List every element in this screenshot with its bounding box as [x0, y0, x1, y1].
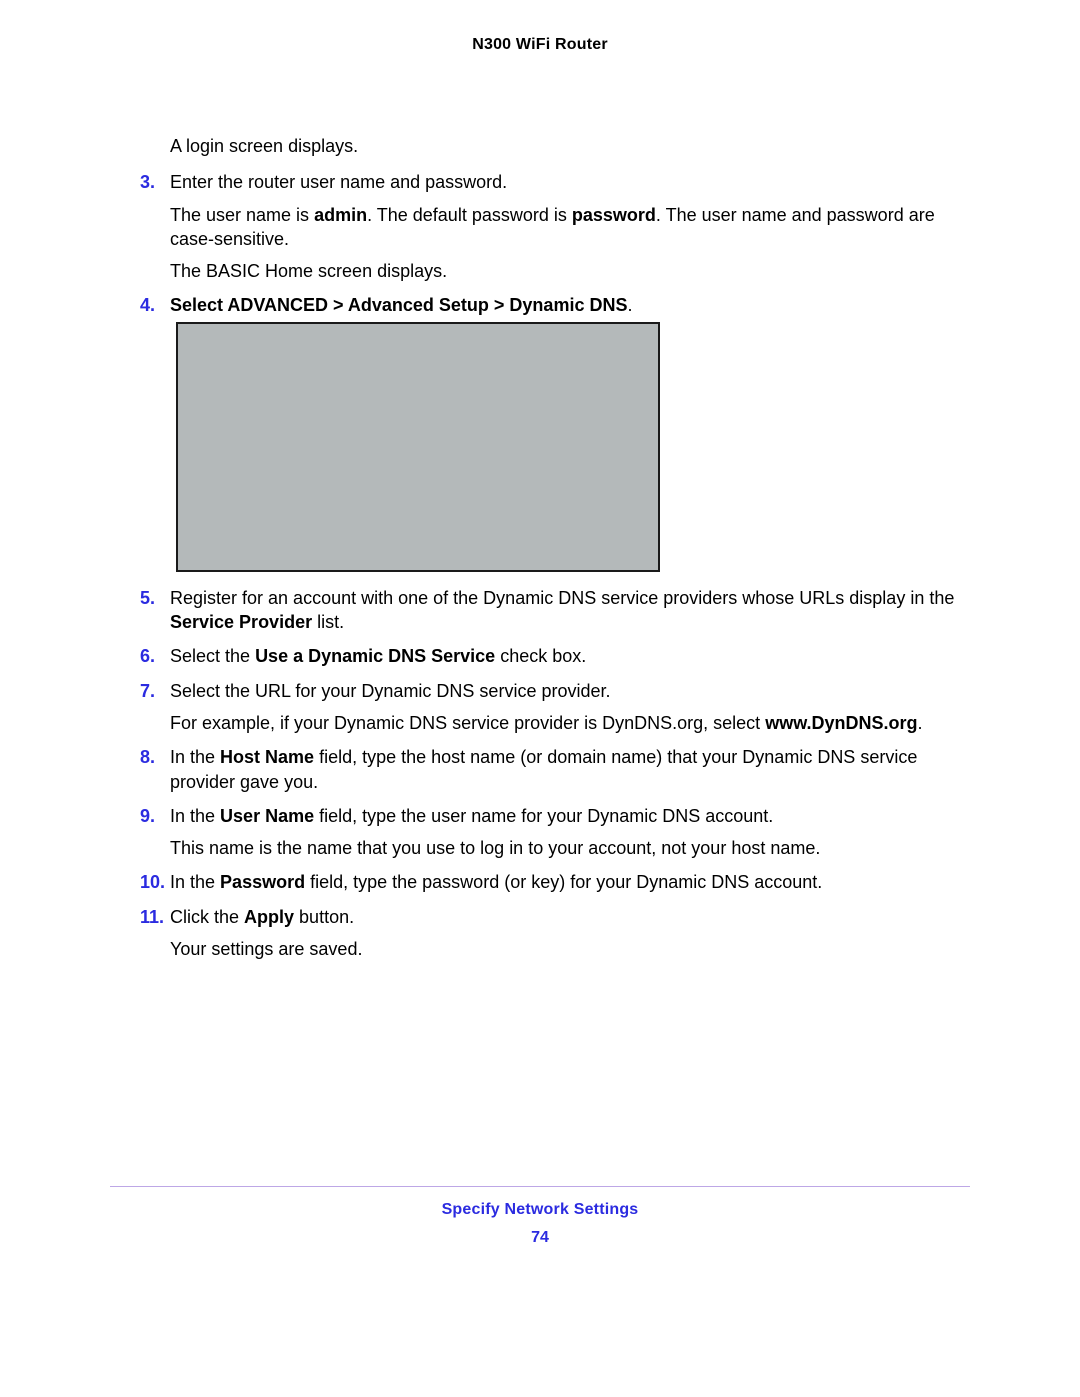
bold-text: admin	[314, 205, 367, 225]
bold-text: Service Provider	[170, 612, 312, 632]
text: button.	[294, 907, 354, 927]
step-11: 11. Click the Apply button. Your setting…	[110, 905, 970, 962]
footer-divider	[110, 1186, 970, 1187]
text: In the	[170, 806, 220, 826]
step-text: This name is the name that you use to lo…	[170, 836, 970, 860]
bold-text: User Name	[220, 806, 314, 826]
step-text: Select the URL for your Dynamic DNS serv…	[170, 679, 970, 703]
step-text: The user name is admin. The default pass…	[170, 203, 970, 252]
step-number: 5.	[140, 586, 155, 610]
document-page: N300 WiFi Router A login screen displays…	[0, 0, 1080, 1397]
text: field, type the password (or key) for yo…	[305, 872, 822, 892]
text: .	[918, 713, 923, 733]
text: . The default password is	[367, 205, 572, 225]
step-text: Your settings are saved.	[170, 937, 970, 961]
footer-page-number: 74	[110, 1229, 970, 1247]
step-text: For example, if your Dynamic DNS service…	[170, 711, 970, 735]
page-footer: Specify Network Settings 74	[110, 1186, 970, 1247]
step-7: 7. Select the URL for your Dynamic DNS s…	[110, 679, 970, 736]
text: For example, if your Dynamic DNS service…	[170, 713, 765, 733]
bold-text: Apply	[244, 907, 294, 927]
step-text: Register for an account with one of the …	[170, 586, 970, 635]
step-number: 10.	[140, 870, 165, 894]
bold-text: Use a Dynamic DNS Service	[255, 646, 495, 666]
step-number: 8.	[140, 745, 155, 769]
bold-text: Password	[220, 872, 305, 892]
bold-text: www.DynDNS.org	[765, 713, 917, 733]
step-text: In the Password field, type the password…	[170, 870, 970, 894]
step-text: Select the Use a Dynamic DNS Service che…	[170, 644, 970, 668]
step-number: 6.	[140, 644, 155, 668]
text: In the	[170, 872, 220, 892]
text: In the	[170, 747, 220, 767]
step-number: 7.	[140, 679, 155, 703]
step-text: Click the Apply button.	[170, 905, 970, 929]
step-3: 3. Enter the router user name and passwo…	[110, 170, 970, 283]
text: Select the	[170, 646, 255, 666]
step-5: 5. Register for an account with one of t…	[110, 586, 970, 635]
bold-text: Select ADVANCED > Advanced Setup > Dynam…	[170, 295, 627, 315]
step-text: Enter the router user name and password.	[170, 170, 970, 194]
step-text: The BASIC Home screen displays.	[170, 259, 970, 283]
screenshot-placeholder	[176, 322, 660, 572]
page-header-title: N300 WiFi Router	[110, 36, 970, 54]
bold-text: password	[572, 205, 656, 225]
step-10: 10. In the Password field, type the pass…	[110, 870, 970, 894]
intro-paragraph: A login screen displays.	[170, 134, 970, 158]
step-6: 6. Select the Use a Dynamic DNS Service …	[110, 644, 970, 668]
text: .	[627, 295, 632, 315]
step-text: In the Host Name field, type the host na…	[170, 745, 970, 794]
text: field, type the user name for your Dynam…	[314, 806, 773, 826]
instruction-list: 3. Enter the router user name and passwo…	[110, 170, 970, 961]
footer-section-title: Specify Network Settings	[110, 1201, 970, 1219]
text: list.	[312, 612, 344, 632]
step-number: 3.	[140, 170, 155, 194]
text: Register for an account with one of the …	[170, 588, 954, 608]
step-text: In the User Name field, type the user na…	[170, 804, 970, 828]
step-4: 4. Select ADVANCED > Advanced Setup > Dy…	[110, 293, 970, 571]
step-8: 8. In the Host Name field, type the host…	[110, 745, 970, 794]
text: check box.	[495, 646, 586, 666]
step-number: 4.	[140, 293, 155, 317]
content-area: A login screen displays. 3. Enter the ro…	[110, 134, 970, 961]
step-text: Select ADVANCED > Advanced Setup > Dynam…	[170, 293, 970, 317]
step-number: 11.	[140, 905, 164, 929]
text: The user name is	[170, 205, 314, 225]
text: Click the	[170, 907, 244, 927]
step-number: 9.	[140, 804, 155, 828]
bold-text: Host Name	[220, 747, 314, 767]
step-9: 9. In the User Name field, type the user…	[110, 804, 970, 861]
